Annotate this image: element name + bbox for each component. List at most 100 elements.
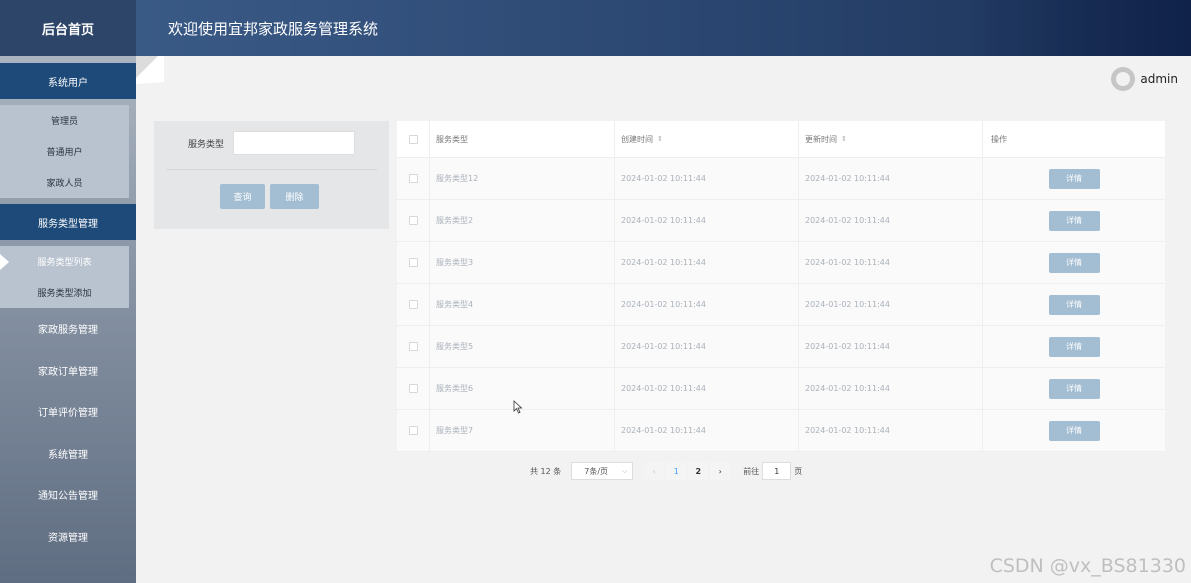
page-title: 欢迎使用宜邦家政服务管理系统 <box>168 19 379 38</box>
sidebar-item-admin[interactable]: 管理员 <box>0 105 129 136</box>
detail-button[interactable]: 详情 <box>1048 294 1100 315</box>
cell-action: 详情 <box>983 200 1165 241</box>
sidebar-home[interactable]: 后台首页 <box>0 0 136 56</box>
column-header-updated[interactable]: 更新时间 ⇕ <box>799 121 983 157</box>
page-number-1[interactable]: 1 <box>666 462 687 480</box>
header-bar: 欢迎使用宜邦家政服务管理系统 <box>136 0 1191 56</box>
table-row: 服务类型5 2024-01-02 10:11:44 2024-01-02 10:11… <box>397 326 1165 368</box>
select-all-checkbox[interactable] <box>408 134 418 144</box>
service-type-search-input[interactable] <box>233 131 355 155</box>
row-checkbox-cell <box>397 284 430 325</box>
table-row: 服务类型7 2024-01-02 10:11:44 2024-01-02 10:11… <box>397 410 1165 452</box>
sidebar-item-service-type-list[interactable]: 服务类型列表 <box>0 246 129 277</box>
page-jump-prefix: 前往 <box>743 466 760 476</box>
row-checkbox-cell <box>397 410 430 451</box>
cell-updated-time: 2024-01-02 10:11:44 <box>799 284 983 325</box>
sidebar-item-housekeeper[interactable]: 家政人员 <box>0 167 129 198</box>
row-checkbox-cell <box>397 326 430 367</box>
cell-action: 详情 <box>983 158 1165 199</box>
cell-created-time: 2024-01-02 10:11:44 <box>615 158 799 199</box>
page-number-2[interactable]: 2 <box>688 462 709 480</box>
sidebar-item-order-review[interactable]: 订单评价管理 <box>0 391 136 433</box>
cell-created-time: 2024-01-02 10:11:44 <box>615 326 799 367</box>
sidebar-item-normal-user[interactable]: 普通用户 <box>0 136 129 167</box>
sidebar-item-resource[interactable]: 资源管理 <box>0 516 136 558</box>
detail-button[interactable]: 详情 <box>1048 336 1100 357</box>
cell-service-type: 服务类型12 <box>430 158 615 199</box>
user-name: admin <box>1140 72 1178 86</box>
cell-action: 详情 <box>983 242 1165 283</box>
row-checkbox[interactable] <box>408 300 418 309</box>
cell-updated-time: 2024-01-02 10:11:44 <box>799 158 983 199</box>
page-jump-input[interactable]: 1 <box>762 462 792 480</box>
sidebar: 后台首页 系统用户 管理员 普通用户 家政人员 服务类型管理 服务类型列表 服务… <box>0 0 136 583</box>
row-checkbox[interactable] <box>408 342 418 351</box>
row-checkbox[interactable] <box>408 174 418 183</box>
table-row: 服务类型12 2024-01-02 10:11:44 2024-01-02 10:1… <box>397 158 1165 200</box>
avatar-loading-icon <box>1111 67 1136 91</box>
pagination-total: 共 12 条 <box>530 466 562 476</box>
column-header-created[interactable]: 创建时间 ⇕ <box>615 121 799 157</box>
header-checkbox-cell <box>397 121 430 157</box>
detail-button[interactable]: 详情 <box>1048 168 1100 189</box>
sidebar-item-notice[interactable]: 通知公告管理 <box>0 474 136 516</box>
sidebar-group-service-type[interactable]: 服务类型管理 <box>0 204 136 240</box>
divider <box>166 169 377 170</box>
table-row: 服务类型4 2024-01-02 10:11:44 2024-01-02 10:11… <box>397 284 1165 326</box>
sort-icon[interactable]: ⇕ <box>841 135 847 143</box>
cell-action: 详情 <box>983 410 1165 451</box>
sidebar-item-housekeeping-service[interactable]: 家政服务管理 <box>0 308 136 350</box>
row-checkbox-cell <box>397 368 430 409</box>
cell-service-type: 服务类型4 <box>430 284 615 325</box>
cell-updated-time: 2024-01-02 10:11:44 <box>799 242 983 283</box>
column-header-type: 服务类型 <box>430 121 615 157</box>
cell-created-time: 2024-01-02 10:11:44 <box>615 284 799 325</box>
chevron-down-icon: ⌵ <box>621 466 628 475</box>
cell-updated-time: 2024-01-02 10:11:44 <box>799 200 983 241</box>
page-jump: 前往 1 页 <box>743 462 802 480</box>
user-menu[interactable]: admin <box>1111 67 1178 91</box>
detail-button[interactable]: 详情 <box>1048 252 1100 273</box>
row-checkbox-cell <box>397 200 430 241</box>
corner-fold-icon <box>136 56 164 84</box>
table-header-row: 服务类型 创建时间 ⇕ 更新时间 ⇕ 操作 <box>397 121 1165 158</box>
detail-button[interactable]: 详情 <box>1048 378 1100 399</box>
page-size-select[interactable]: 7条/页 ⌵ <box>571 462 634 480</box>
row-checkbox[interactable] <box>408 216 418 225</box>
cell-created-time: 2024-01-02 10:11:44 <box>615 200 799 241</box>
row-checkbox[interactable] <box>408 258 418 267</box>
header-decoration <box>971 0 1191 56</box>
search-label: 服务类型 <box>188 140 225 150</box>
prev-page-button[interactable]: ‹ <box>644 462 665 480</box>
cell-service-type: 服务类型5 <box>430 326 615 367</box>
column-header-action: 操作 <box>991 134 1007 144</box>
sidebar-group-system-users[interactable]: 系统用户 <box>0 63 136 99</box>
page-size-value: 7条/页 <box>584 466 609 476</box>
sort-icon[interactable]: ⇕ <box>657 135 663 143</box>
row-checkbox[interactable] <box>408 384 418 393</box>
page-jump-suffix: 页 <box>794 466 803 476</box>
sidebar-submenu-service-type: 服务类型列表 服务类型添加 <box>0 246 129 308</box>
sidebar-item-housekeeping-order[interactable]: 家政订单管理 <box>0 350 136 392</box>
column-header-updated-label: 更新时间 <box>805 134 837 144</box>
cell-action: 详情 <box>983 284 1165 325</box>
sidebar-item-system[interactable]: 系统管理 <box>0 433 136 475</box>
cell-service-type: 服务类型7 <box>430 410 615 451</box>
detail-button[interactable]: 详情 <box>1048 210 1100 231</box>
next-page-button[interactable]: › <box>710 462 731 480</box>
row-checkbox-cell <box>397 158 430 199</box>
cell-action: 详情 <box>983 368 1165 409</box>
cell-created-time: 2024-01-02 10:11:44 <box>615 410 799 451</box>
detail-button[interactable]: 详情 <box>1048 420 1100 441</box>
cell-updated-time: 2024-01-02 10:11:44 <box>799 368 983 409</box>
search-panel: 服务类型 查询 删除 <box>154 121 389 229</box>
cell-created-time: 2024-01-02 10:11:44 <box>615 368 799 409</box>
row-checkbox[interactable] <box>408 426 418 435</box>
cell-updated-time: 2024-01-02 10:11:44 <box>799 410 983 451</box>
sidebar-item-service-type-add[interactable]: 服务类型添加 <box>0 277 129 308</box>
mouse-cursor-icon <box>513 400 523 414</box>
cell-updated-time: 2024-01-02 10:11:44 <box>799 326 983 367</box>
delete-button[interactable]: 删除 <box>270 184 319 209</box>
table-row: 服务类型3 2024-01-02 10:11:44 2024-01-02 10:11… <box>397 242 1165 284</box>
query-button[interactable]: 查询 <box>220 184 265 209</box>
